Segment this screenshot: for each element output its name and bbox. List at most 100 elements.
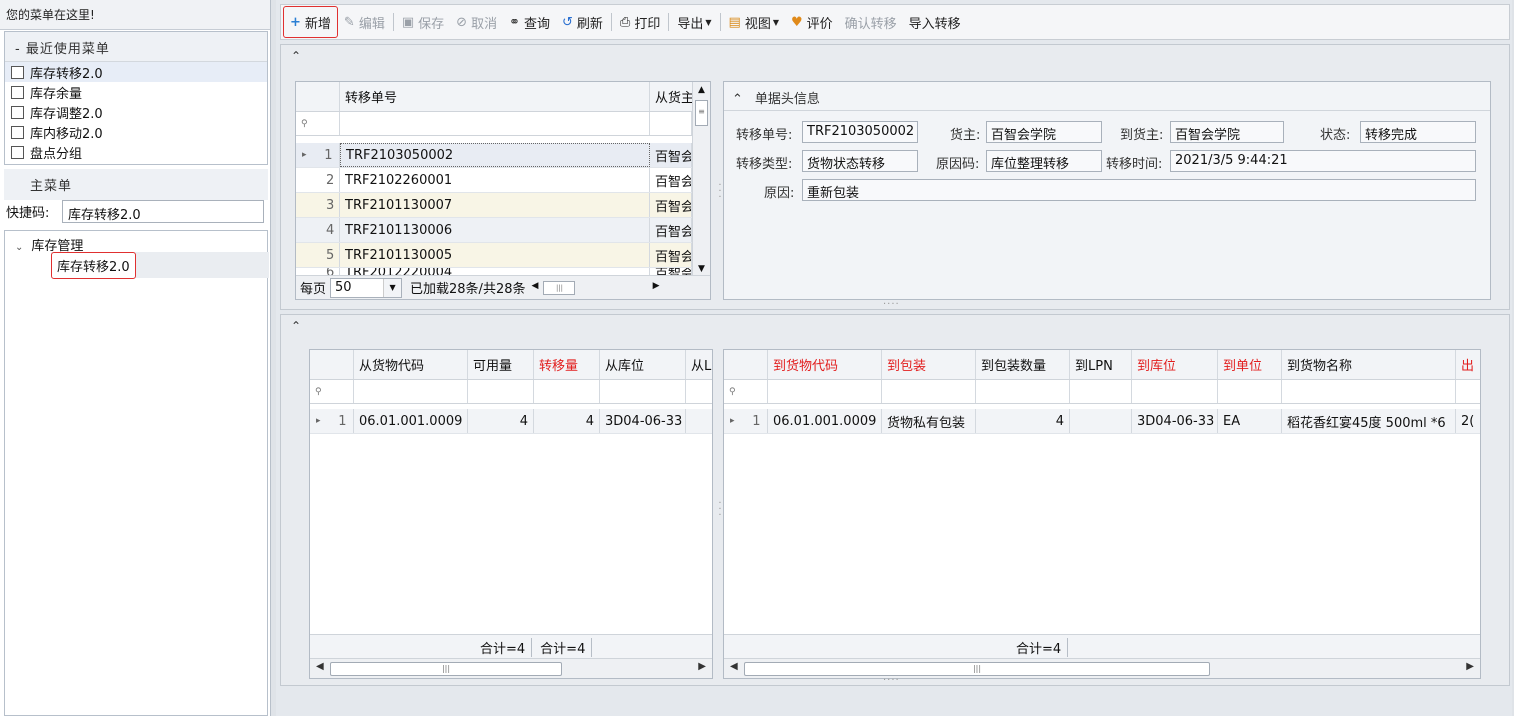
h-scrollbar[interactable]: ◀ ||| ▶ xyxy=(531,280,659,296)
column-header[interactable]: 可用量 xyxy=(468,350,534,379)
h-scrollbar[interactable]: ◀ ||| ▶ xyxy=(310,658,712,678)
chevron-down-icon[interactable]: ⌄ xyxy=(15,242,23,253)
status-label: 状态: xyxy=(1320,128,1351,143)
per-page-select[interactable]: 50 ▼ xyxy=(330,277,403,298)
status-field[interactable]: 转移完成 xyxy=(1360,121,1476,143)
scroll-left-icon[interactable]: ◀ xyxy=(730,661,738,672)
scroll-up-icon[interactable]: ▲ xyxy=(693,85,710,95)
main-menu-title[interactable]: 主菜单 xyxy=(4,169,268,200)
owner-field[interactable]: 百智会学院 xyxy=(986,121,1102,143)
plus-icon: + xyxy=(290,14,301,30)
dropdown-arrow-icon: ▼ xyxy=(772,17,779,27)
filter-row[interactable]: ⚲ xyxy=(310,380,712,404)
column-header[interactable]: 到货物代码 xyxy=(768,350,882,379)
column-header[interactable]: 到库位 xyxy=(1132,350,1218,379)
scroll-right-icon[interactable]: ▶ xyxy=(1466,661,1474,672)
refresh-button[interactable]: ↺ 刷新 xyxy=(556,8,609,36)
time-field[interactable]: 2021/3/5 9:44:21 xyxy=(1170,150,1476,172)
cancel-button[interactable]: ⊘ 取消 xyxy=(450,8,503,36)
collapse-icon[interactable]: ⌃ xyxy=(732,92,743,107)
checkbox[interactable] xyxy=(11,65,24,79)
column-header[interactable]: 从库位 xyxy=(600,350,686,379)
export-dropdown[interactable]: 导出 ▼ xyxy=(671,8,717,36)
header-info-panel: ⌃ 单据头信息 转移单号: TRF2103050002 货主: 百智会学院 到货主… xyxy=(723,81,1491,300)
grid-header: 从货物代码 可用量 转移量 从库位 从L xyxy=(310,350,712,380)
edit-button[interactable]: ✎ 编辑 xyxy=(338,8,391,36)
column-header[interactable]: 出 xyxy=(1456,350,1480,379)
column-header[interactable]: 转移单号 xyxy=(340,82,650,111)
total-avail: 合计=4 xyxy=(480,638,533,657)
column-header[interactable]: 从L xyxy=(686,350,712,379)
vertical-scrollbar[interactable]: ▲ ≡ ▼ xyxy=(692,82,710,277)
save-button[interactable]: ▣ 保存 xyxy=(396,8,450,36)
table-row[interactable]: 3 TRF2101130007 百智会 xyxy=(296,193,692,218)
filter-row[interactable]: ⚲ xyxy=(724,380,1480,404)
add-button[interactable]: + 新增 xyxy=(283,6,338,38)
scroll-left-icon[interactable]: ◀ xyxy=(316,661,324,672)
rate-button[interactable]: ♥ 评价 xyxy=(785,8,839,36)
column-header[interactable]: 到LPN xyxy=(1070,350,1132,379)
pencil-icon: ✎ xyxy=(343,14,355,30)
scroll-right-icon[interactable]: ▶ xyxy=(653,281,660,291)
view-dropdown[interactable]: ▤ 视图 ▼ xyxy=(723,8,785,36)
header-info-title[interactable]: ⌃ 单据头信息 xyxy=(732,88,820,107)
checkbox[interactable] xyxy=(11,105,24,119)
column-header[interactable]: 到包装 xyxy=(882,350,976,379)
column-header[interactable]: 从货主 xyxy=(650,82,694,111)
checkbox[interactable] xyxy=(11,125,24,139)
separator xyxy=(392,13,394,31)
scroll-thumb[interactable]: ||| xyxy=(543,280,576,295)
h-scrollbar[interactable]: ◀ ||| ▶ xyxy=(724,658,1480,678)
collapse-icon[interactable]: ⌃ xyxy=(291,319,301,333)
recent-item[interactable]: 盘点分组 xyxy=(5,142,267,162)
column-header[interactable]: 到单位 xyxy=(1218,350,1282,379)
to-owner-field[interactable]: 百智会学院 xyxy=(1170,121,1284,143)
scroll-thumb[interactable]: ||| xyxy=(330,662,562,676)
to-items-grid: 到货物代码 到包装 到包装数量 到LPN 到库位 到单位 到货物名称 出 ⚲ ▸… xyxy=(723,349,1481,679)
import-transfer-button[interactable]: 导入转移 xyxy=(903,8,967,36)
table-row[interactable]: ▸ 1 TRF2103050002 百智会 xyxy=(296,143,692,168)
time-label: 转移时间: xyxy=(1106,157,1163,172)
type-field[interactable]: 货物状态转移 xyxy=(802,150,918,172)
total-pack-qty: 合计=4 xyxy=(1016,638,1069,657)
print-button[interactable]: ⎙ 打印 xyxy=(614,8,666,36)
table-row[interactable]: 4 TRF2101130006 百智会 xyxy=(296,218,692,243)
shortcut-label: 快捷码: xyxy=(6,206,50,221)
checkbox[interactable] xyxy=(11,85,24,99)
splitter[interactable]: ···· xyxy=(883,299,900,310)
dropdown-arrow-icon[interactable]: ▼ xyxy=(383,278,402,297)
recent-item[interactable]: 库内移动2.0 xyxy=(5,122,267,142)
collapse-icon[interactable]: ⌃ xyxy=(291,49,301,63)
binoculars-icon: ⚭ xyxy=(509,14,520,30)
table-row[interactable]: 5 TRF2101130005 百智会 xyxy=(296,243,692,268)
column-header[interactable]: 到货物名称 xyxy=(1282,350,1456,379)
scroll-right-icon[interactable]: ▶ xyxy=(698,661,706,672)
column-header[interactable]: 转移量 xyxy=(534,350,600,379)
owner-label: 货主: xyxy=(950,128,981,143)
scroll-down-icon[interactable]: ▼ xyxy=(693,264,710,274)
table-row[interactable]: ▸ 1 06.01.001.0009 货物私有包装 4 3D04-06-33 EA… xyxy=(724,409,1480,434)
tree-node-transfer[interactable]: 库存转移2.0 xyxy=(51,252,269,279)
splitter[interactable]: ···· xyxy=(883,675,900,686)
filter-row[interactable]: ⚲ xyxy=(296,112,692,136)
recent-item[interactable]: 库存余量 xyxy=(5,82,267,102)
scroll-left-icon[interactable]: ◀ xyxy=(531,281,538,291)
scroll-thumb[interactable]: ||| xyxy=(744,662,1210,676)
table-row[interactable]: 2 TRF2102260001 百智会 xyxy=(296,168,692,193)
recent-menu-title[interactable]: - 最近使用菜单 xyxy=(5,32,267,62)
recent-item[interactable]: 库存调整2.0 xyxy=(5,102,267,122)
sidebar-header: 您的菜单在这里! xyxy=(0,0,270,30)
query-button[interactable]: ⚭ 查询 xyxy=(503,8,556,36)
scroll-thumb[interactable]: ≡ xyxy=(695,100,708,126)
shortcut-input[interactable]: 库存转移2.0 xyxy=(62,200,264,223)
total-qty: 合计=4 xyxy=(540,638,593,657)
checkbox[interactable] xyxy=(11,145,24,159)
transfer-no-field[interactable]: TRF2103050002 xyxy=(802,121,918,143)
column-header[interactable]: 从货物代码 xyxy=(354,350,468,379)
reason-code-field[interactable]: 库位整理转移 xyxy=(986,150,1102,172)
recent-item[interactable]: 库存转移2.0 xyxy=(5,62,267,82)
table-row[interactable]: ▸ 1 06.01.001.0009 4 4 3D04-06-33 xyxy=(310,409,712,434)
column-header[interactable]: 到包装数量 xyxy=(976,350,1070,379)
reason-field[interactable]: 重新包装 xyxy=(802,179,1476,201)
confirm-transfer-button[interactable]: 确认转移 xyxy=(839,8,903,36)
